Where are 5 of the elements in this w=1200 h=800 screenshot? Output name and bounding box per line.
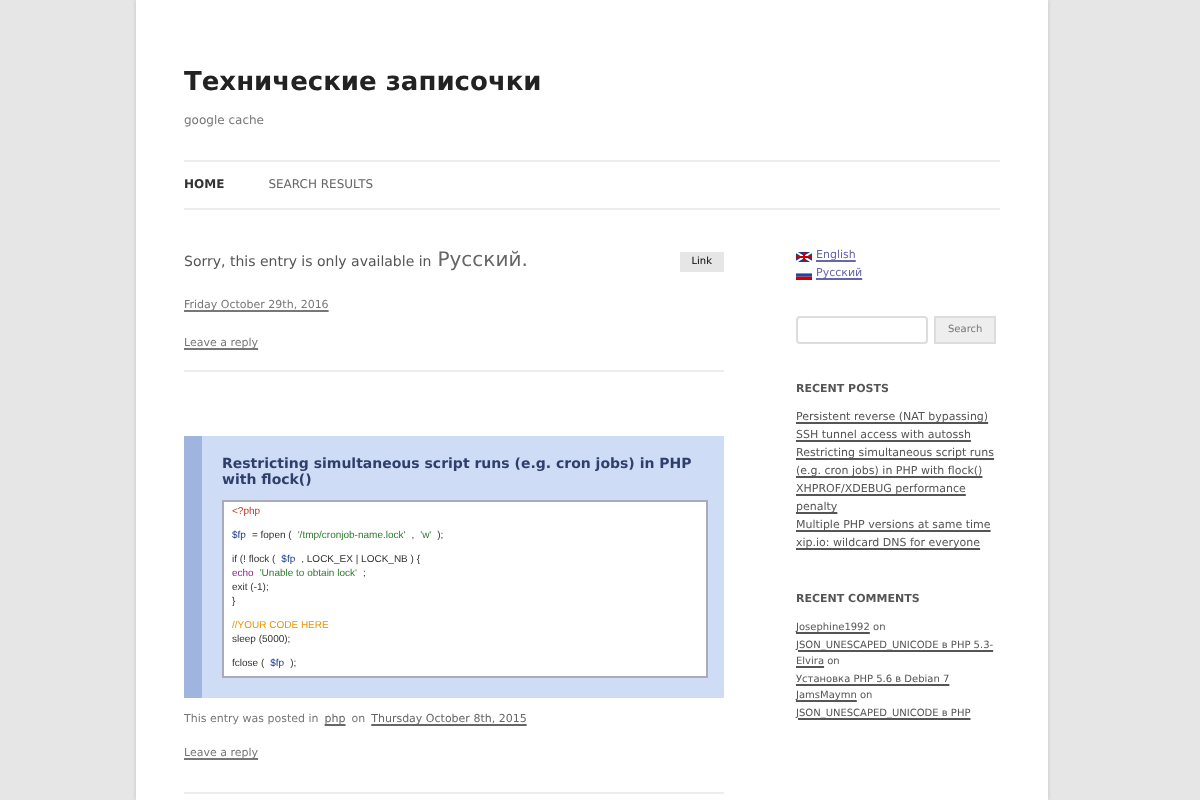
language-link[interactable]: Русский.: [437, 250, 528, 272]
site-title[interactable]: Технические записочки: [184, 0, 1000, 98]
flag-icon: [796, 251, 812, 261]
flag-icon: [796, 269, 812, 279]
search-field[interactable]: [796, 316, 928, 344]
